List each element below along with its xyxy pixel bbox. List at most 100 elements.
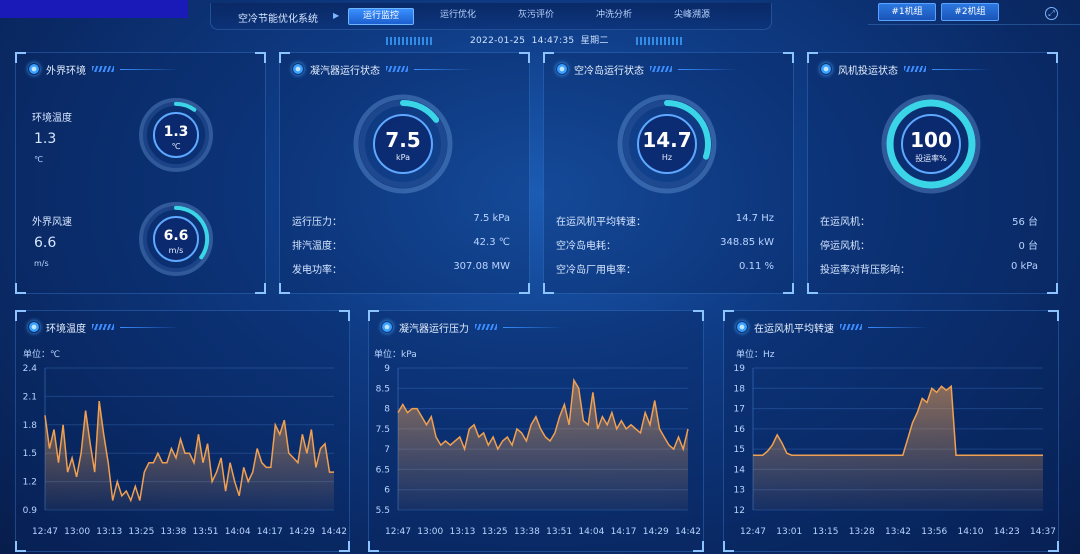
x-tick-label: 13:42 — [885, 527, 911, 537]
tab-monitor[interactable]: 运行监控 — [348, 8, 414, 25]
x-tick-label: 13:00 — [417, 527, 443, 537]
chart-speed-unit: 单位：Hz — [736, 350, 775, 360]
y-tick-label: 7.5 — [376, 425, 390, 435]
x-tick-label: 14:04 — [578, 527, 604, 537]
x-tick-label: 13:13 — [449, 527, 475, 537]
condenser-icon — [381, 321, 393, 333]
chart-pressure: 9 8.5 8 7.5 7 6.5 6 5.5 12:47 13:00 13:13 13:25 13:3… — [376, 364, 701, 537]
x-tick-label: 13:51 — [546, 527, 572, 537]
tab-flush[interactable]: 冲洗分析 — [584, 8, 644, 23]
x-tick-label: 14:10 — [958, 527, 984, 537]
x-tick-label: 14:29 — [643, 527, 669, 537]
backpressure-value: 0 kPa — [1010, 261, 1038, 272]
y-tick-label: 19 — [734, 364, 746, 374]
x-tick-label: 13:13 — [96, 527, 122, 537]
y-tick-label: 8.5 — [376, 384, 390, 394]
power-value: 307.08 MW — [453, 261, 510, 272]
y-tick-label: 18 — [734, 384, 746, 394]
island-icon — [556, 63, 568, 75]
y-tick-label: 15 — [734, 445, 745, 455]
island-gauge-unit: Hz — [661, 153, 673, 162]
y-tick-label: 8 — [384, 405, 390, 415]
x-tick-label: 13:25 — [482, 527, 508, 537]
backpressure-label: 投运率对背压影响： — [820, 265, 910, 276]
unit2-button[interactable]: #2机组 — [941, 3, 999, 21]
wind-value: 6.6 — [34, 235, 57, 251]
fan-icon — [820, 63, 832, 75]
x-tick-label: 13:25 — [128, 527, 154, 537]
pressure-value: 7.5 kPa — [473, 213, 510, 224]
island-power-value: 348.85 kW — [720, 237, 774, 248]
aux-rate-value: 0.11 % — [739, 261, 774, 272]
fan-speed-value: 14.7 Hz — [735, 213, 774, 224]
running-fans-value: 56 台 — [1012, 217, 1038, 228]
temp-unit: ℃ — [34, 155, 43, 164]
x-tick-label: 12:47 — [385, 527, 411, 537]
temp-value: 1.3 — [34, 131, 57, 147]
x-tick-label: 14:04 — [225, 527, 251, 537]
x-tick-label: 14:37 — [1030, 527, 1056, 537]
sensor-icon — [28, 63, 40, 75]
x-tick-label: 14:17 — [611, 527, 637, 537]
y-tick-label: 2.1 — [23, 392, 37, 402]
temp-gauge-unit: ℃ — [171, 142, 181, 151]
fullscreen-icon[interactable]: ⤢ — [1045, 7, 1058, 20]
chart-pressure-unit: 单位：kPa — [374, 350, 417, 360]
island-power-label: 空冷岛电耗： — [556, 241, 616, 252]
x-tick-label: 13:00 — [64, 527, 90, 537]
x-tick-label: 13:56 — [921, 527, 947, 537]
decor-ticks-left — [386, 37, 434, 45]
chart-speed: 19 18 17 16 15 14 13 12 12:47 13:01 13:15 13:28 13:4… — [734, 364, 1056, 537]
tab-optimize[interactable]: 运行优化 — [428, 8, 488, 23]
y-tick-label: 14 — [734, 465, 746, 475]
date: 2022-01-25 — [470, 36, 526, 46]
x-tick-label: 12:47 — [740, 527, 766, 537]
chart-temp: 2.4 2.1 1.8 1.5 1.2 0.9 12:47 13:00 13:13 13:25 13… — [23, 364, 347, 537]
chart-speed-title: 在运风机平均转速 — [736, 320, 928, 335]
y-tick-label: 12 — [734, 506, 745, 516]
chart-temp-unit: 单位：℃ — [23, 350, 61, 360]
chart-temp-title: 环境温度 — [28, 320, 180, 335]
y-tick-label: 5.5 — [376, 506, 390, 516]
y-tick-label: 7 — [384, 445, 390, 455]
unit1-button[interactable]: #1机组 — [878, 3, 936, 21]
exhaust-temp-label: 排汽温度： — [292, 241, 342, 252]
x-tick-label: 13:28 — [849, 527, 875, 537]
fan-speed-label: 在运风机平均转速： — [556, 217, 646, 228]
pressure-label: 运行压力： — [292, 217, 342, 228]
tab-peak[interactable]: 尖峰溯源 — [662, 8, 722, 23]
condenser-gauge-unit: kPa — [396, 153, 410, 162]
x-tick-label: 14:17 — [257, 527, 283, 537]
caret-right-icon: ▶ — [333, 11, 340, 20]
weekday: 星期二 — [580, 36, 609, 46]
time: 14:47:35 — [531, 36, 575, 46]
tab-fouling[interactable]: 灰污评价 — [506, 8, 566, 23]
x-tick-label: 12:47 — [32, 527, 58, 537]
env-panel-title: 外界环境 — [28, 62, 180, 77]
sensor-icon — [28, 321, 40, 333]
y-tick-label: 0.9 — [23, 506, 38, 516]
island-gauge-value: 14.7 — [642, 128, 692, 152]
condenser-gauge-value: 7.5 — [385, 128, 421, 152]
condenser-panel-title: 凝汽器运行状态 — [292, 62, 474, 77]
x-tick-label: 13:38 — [514, 527, 540, 537]
wind-gauge-value: 6.6 — [163, 228, 189, 244]
y-tick-label: 16 — [734, 425, 746, 435]
datetime: 2022-01-25 14:47:35 星期二 — [470, 33, 609, 46]
temp-label: 环境温度 — [32, 113, 72, 124]
y-tick-label: 6.5 — [376, 465, 390, 475]
island-icon — [736, 321, 748, 333]
x-tick-label: 13:38 — [160, 527, 186, 537]
fan-gauge-value: 100 — [910, 128, 952, 152]
system-title: 空冷节能优化系统 — [238, 14, 318, 25]
running-fans-label: 在运风机： — [820, 217, 870, 228]
y-tick-label: 1.2 — [23, 478, 37, 488]
y-tick-label: 1.8 — [23, 421, 38, 431]
stopped-fans-value: 0 台 — [1018, 241, 1038, 252]
exhaust-temp-value: 42.3 ℃ — [473, 237, 510, 248]
x-tick-label: 14:23 — [994, 527, 1020, 537]
y-tick-label: 1.5 — [23, 449, 37, 459]
x-tick-label: 14:29 — [289, 527, 315, 537]
fan-panel-title: 风机投运状态 — [820, 62, 992, 77]
x-tick-label: 13:15 — [813, 527, 839, 537]
